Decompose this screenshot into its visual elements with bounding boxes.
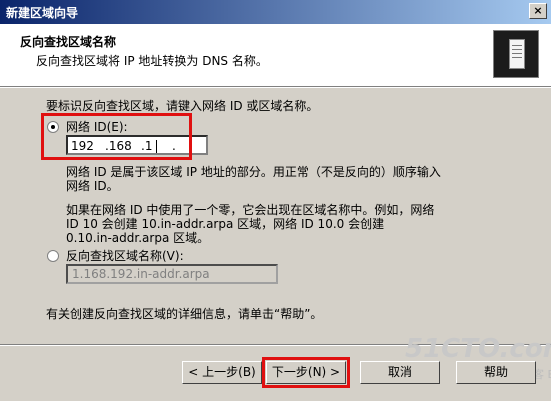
page-subtitle: 反向查找区域将 IP 地址转换为 DNS 名称。 — [36, 54, 268, 68]
instruction-text: 要标识反向查找区域，请键入网络 ID 或区域名称。 — [46, 99, 319, 113]
cancel-button[interactable]: 取消 — [360, 361, 440, 384]
help-text-2-line-3: 0.10.in-addr.arpa 区域。 — [66, 231, 210, 245]
zone-name-radio[interactable] — [47, 250, 59, 262]
wizard-header: 反向查找区域名称 反向查找区域将 IP 地址转换为 DNS 名称。 — [0, 24, 551, 87]
server-icon — [493, 30, 539, 78]
new-zone-wizard-dialog: 新建区域向导 × 反向查找区域名称 反向查找区域将 IP 地址转换为 DNS 名… — [0, 0, 551, 401]
close-button[interactable]: × — [529, 3, 547, 19]
page-title: 反向查找区域名称 — [20, 35, 117, 49]
help-text-2-line-1: 如果在网络 ID 中使用了一个零，它会出现在区域名称中。例如，网络 — [66, 203, 435, 217]
title-bar: 新建区域向导 × — [0, 0, 551, 24]
zone-name-label[interactable]: 反向查找区域名称(V): — [66, 249, 184, 263]
red-highlight-network-id — [41, 113, 192, 160]
watermark-logo: 51CTO.com — [405, 334, 551, 364]
window-title: 新建区域向导 — [6, 6, 79, 20]
help-text-1-line-2: 网络 ID。 — [66, 179, 119, 193]
help-text-2-line-2: ID 10 会创建 10.in-addr.arpa 区域，网络 ID 10.0 … — [66, 217, 385, 231]
back-button[interactable]: < 上一步(B) — [182, 361, 262, 384]
help-button[interactable]: 帮助 — [456, 361, 536, 384]
red-highlight-next — [262, 357, 350, 388]
footer-help-text: 有关创建反向查找区域的详细信息，请单击“帮助”。 — [46, 307, 323, 321]
help-text-1-line-1: 网络 ID 是属于该区域 IP 地址的部分。用正常（不是反向的）顺序输入 — [66, 165, 441, 179]
zone-name-input[interactable]: 1.168.192.in-addr.arpa — [66, 264, 278, 284]
